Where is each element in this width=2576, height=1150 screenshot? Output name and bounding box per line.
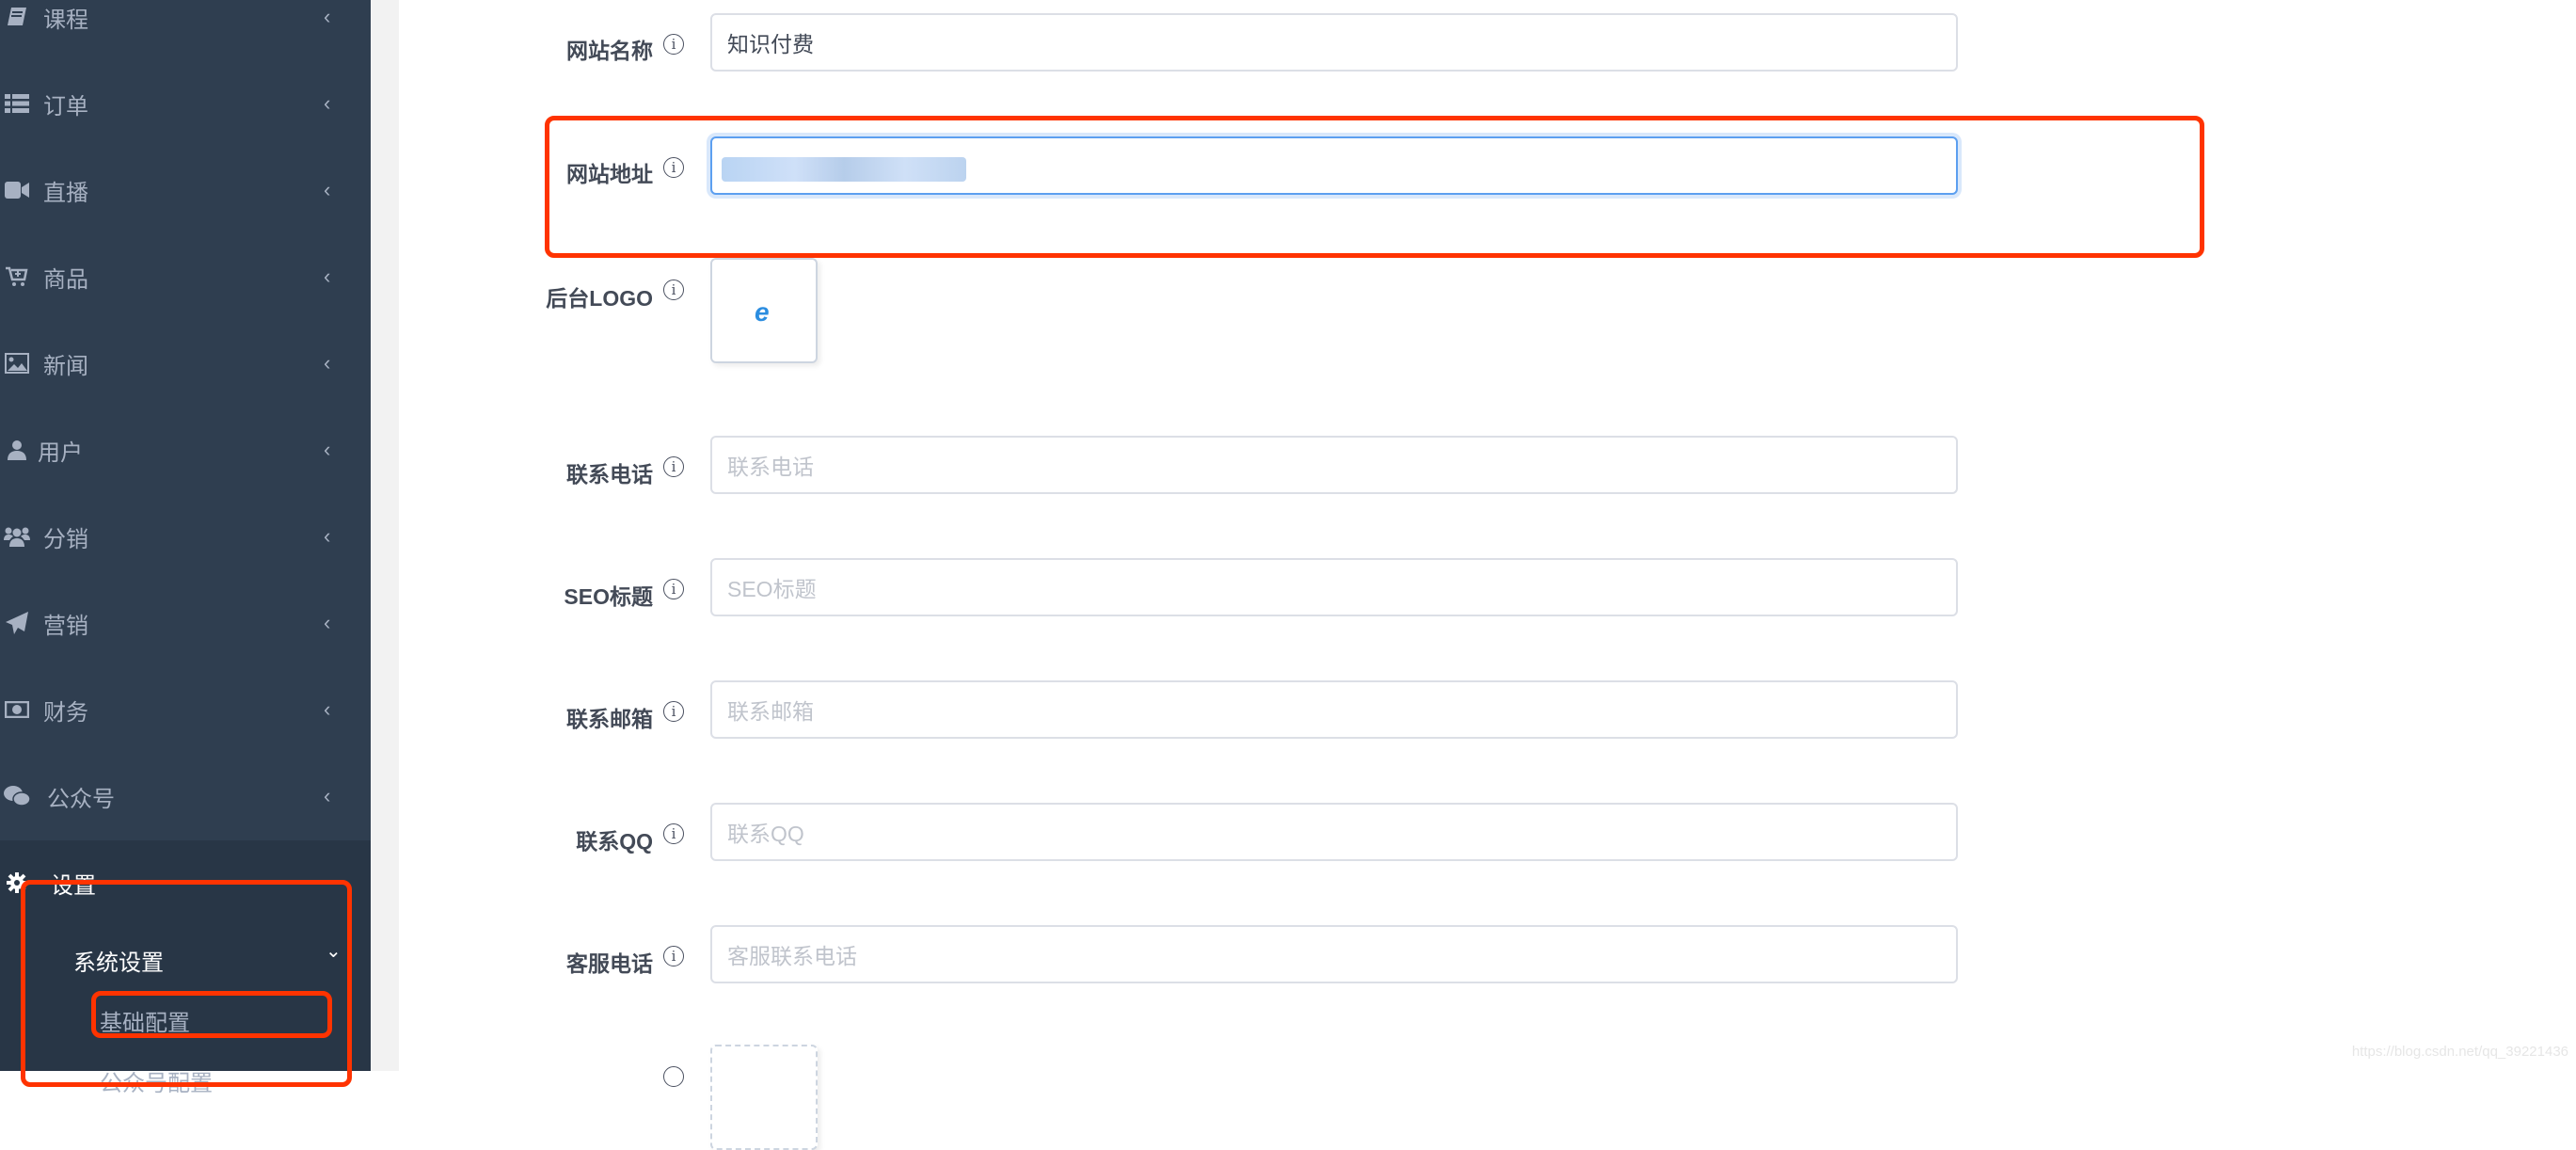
info-icon[interactable]: i bbox=[663, 456, 684, 477]
admin-logo-upload[interactable]: e bbox=[710, 258, 818, 363]
sidebar-item-finance[interactable]: 财务 ‹ bbox=[0, 681, 371, 738]
paper-plane-icon bbox=[4, 610, 30, 636]
contact-email-input[interactable]: 联系邮箱 bbox=[710, 680, 1958, 739]
info-icon[interactable]: i bbox=[663, 579, 684, 599]
sidebar-item-news[interactable]: 新闻 ‹ bbox=[0, 335, 371, 391]
chevron-left-icon: ‹ bbox=[324, 438, 331, 461]
field-label-contact-phone: 联系电话 bbox=[566, 462, 653, 487]
site-name-input[interactable]: 知识付费 bbox=[710, 13, 1958, 72]
sidebar-item-courses[interactable]: 课程 ‹ bbox=[0, 0, 371, 45]
field-label-contact-email: 联系邮箱 bbox=[566, 707, 653, 731]
sidebar-item-orders[interactable]: 订单 ‹ bbox=[0, 75, 371, 132]
info-icon[interactable]: i bbox=[663, 701, 684, 722]
chevron-left-icon: ‹ bbox=[324, 697, 331, 721]
highlight-basic-config bbox=[91, 991, 332, 1038]
info-icon[interactable]: i bbox=[663, 280, 684, 300]
sidebar-item-users[interactable]: 用户 ‹ bbox=[0, 422, 371, 478]
wechat-icon bbox=[4, 783, 30, 809]
sidebar-item-official-account[interactable]: 公众号 ‹ bbox=[0, 768, 371, 824]
users-icon bbox=[4, 523, 30, 550]
logo-thumbnail: e bbox=[755, 297, 770, 327]
field-label-seo-title: SEO标题 bbox=[564, 584, 653, 609]
chevron-left-icon: ‹ bbox=[324, 178, 331, 201]
sidebar-item-distribution[interactable]: 分销 ‹ bbox=[0, 508, 371, 565]
field-label-admin-logo: 后台LOGO bbox=[546, 286, 653, 311]
money-icon bbox=[4, 696, 30, 723]
chevron-left-icon: ‹ bbox=[324, 524, 331, 548]
user-icon bbox=[4, 437, 30, 463]
contact-qq-input[interactable]: 联系QQ bbox=[710, 803, 1958, 861]
info-icon[interactable]: i bbox=[663, 823, 684, 844]
contact-phone-input[interactable]: 联系电话 bbox=[710, 436, 1958, 494]
chevron-left-icon: ‹ bbox=[324, 91, 331, 115]
sidebar-item-products[interactable]: 商品 ‹ bbox=[0, 248, 371, 305]
field-label-service-phone: 客服电话 bbox=[566, 951, 653, 976]
sidebar-item-live[interactable]: 直播 ‹ bbox=[0, 162, 371, 218]
watermark: https://blog.csdn.net/qq_39221436 bbox=[2351, 1044, 2568, 1060]
chevron-left-icon: ‹ bbox=[324, 784, 331, 807]
chevron-left-icon: ‹ bbox=[324, 5, 331, 28]
info-icon[interactable] bbox=[663, 1066, 684, 1087]
content-gutter bbox=[371, 0, 399, 1071]
list-icon bbox=[4, 90, 30, 117]
image-upload-placeholder[interactable] bbox=[710, 1045, 818, 1150]
chevron-left-icon: ‹ bbox=[324, 611, 331, 634]
info-icon[interactable]: i bbox=[663, 34, 684, 55]
chevron-left-icon: ‹ bbox=[324, 264, 331, 288]
service-phone-input[interactable]: 客服联系电话 bbox=[710, 925, 1958, 983]
book-icon bbox=[4, 4, 30, 30]
image-icon bbox=[4, 350, 30, 376]
seo-title-input[interactable]: SEO标题 bbox=[710, 558, 1958, 616]
highlight-site-url bbox=[545, 116, 2204, 258]
field-label-site-name: 网站名称 bbox=[566, 39, 653, 63]
chevron-left-icon: ‹ bbox=[324, 351, 331, 375]
info-icon[interactable]: i bbox=[663, 946, 684, 966]
field-label-contact-qq: 联系QQ bbox=[576, 829, 653, 854]
cart-plus-icon bbox=[4, 264, 30, 290]
video-camera-icon bbox=[4, 177, 30, 203]
highlight-settings-menu bbox=[21, 880, 352, 1087]
sidebar-item-marketing[interactable]: 营销 ‹ bbox=[0, 595, 371, 651]
